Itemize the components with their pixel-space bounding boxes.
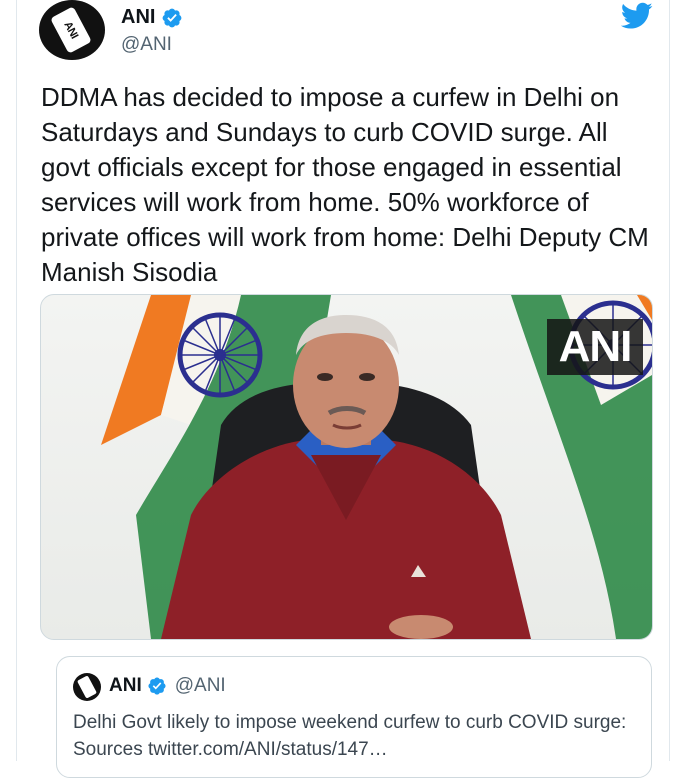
quoted-tweet[interactable]: ANI @ANI Delhi Govt likely to impose wee… xyxy=(56,656,652,778)
author-avatar[interactable]: ANI xyxy=(39,0,105,60)
quoted-author-name: ANI xyxy=(109,675,142,696)
tweet-video[interactable]: ANI xyxy=(40,294,653,640)
author-handle[interactable]: @ANI xyxy=(121,34,172,56)
tweet-card: ANI ANI @ANI DDMA has decided to impose … xyxy=(16,0,670,778)
quoted-author-avatar xyxy=(73,673,101,701)
quoted-author-row: ANI @ANI xyxy=(109,675,226,697)
mic-logo-icon: ANI xyxy=(50,6,92,54)
quoted-tweet-text: Delhi Govt likely to impose weekend curf… xyxy=(73,712,627,760)
verified-badge-icon xyxy=(148,677,166,695)
author-name[interactable]: ANI xyxy=(121,6,155,29)
tweet-text: DDMA has decided to impose a curfew in D… xyxy=(41,82,649,287)
verified-badge-icon xyxy=(163,8,182,27)
quoted-author-handle: @ANI xyxy=(174,675,226,696)
mic-logo-icon xyxy=(77,675,97,699)
twitter-bird-icon[interactable] xyxy=(621,2,653,30)
author-name-row: ANI xyxy=(121,6,183,29)
ani-watermark: ANI xyxy=(547,319,643,375)
